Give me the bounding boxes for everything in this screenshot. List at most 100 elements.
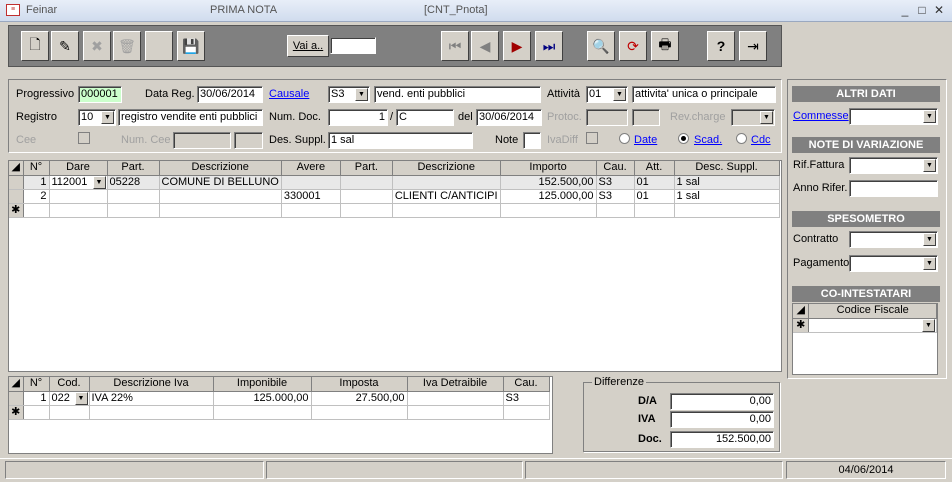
cell-imposta[interactable]: 27.500,00 [311, 391, 408, 406]
chevron-down-icon[interactable]: ▼ [923, 233, 936, 246]
new-row[interactable]: ✱ ▼ [793, 318, 937, 333]
causale-link[interactable]: Causale [269, 88, 309, 100]
new-row-marker[interactable]: ✱ [9, 203, 24, 218]
col-header[interactable]: Dare [49, 161, 108, 176]
table-row[interactable]: 2 330001 CLIENTI C/ANTICIPI 125.000,00 S… [9, 189, 780, 204]
row-selector[interactable] [9, 189, 24, 204]
col-header[interactable]: Avere [281, 161, 341, 176]
cell-empty[interactable] [281, 203, 341, 218]
registro-desc-field[interactable]: registro vendite enti pubblici [118, 109, 263, 126]
chevron-down-icon[interactable]: ▼ [923, 257, 936, 270]
col-header[interactable]: Desc. Suppl. [674, 161, 780, 176]
cell-cau[interactable]: S3 [596, 189, 635, 204]
cell-att[interactable]: 01 [634, 189, 675, 204]
contratto-select[interactable]: ▼ [849, 231, 938, 248]
chevron-down-icon[interactable]: ▼ [74, 391, 88, 404]
datareg-field[interactable]: 30/06/2014 [197, 86, 263, 103]
date-radio[interactable] [619, 133, 630, 144]
cell-empty[interactable] [213, 405, 312, 420]
iva-grid[interactable]: ◢ N° Cod. Descrizione Iva Imponibile Imp… [8, 376, 553, 454]
cell-empty[interactable] [89, 405, 214, 420]
col-header[interactable]: N° [23, 377, 50, 392]
first-record-button[interactable]: ⏮ [441, 31, 469, 61]
col-header[interactable]: Iva Detraibile [407, 377, 504, 392]
cell-empty[interactable] [634, 203, 675, 218]
registro-select[interactable]: 10 ▼ [78, 109, 116, 126]
scad-radio[interactable] [678, 133, 689, 144]
table-row[interactable]: 1 022 ▼ IVA 22% 125.000,00 27.500,00 S3 [9, 391, 550, 406]
cell-descrizione[interactable]: CLIENTI C/ANTICIPI [392, 189, 501, 204]
col-header[interactable]: Descrizione [392, 161, 501, 176]
goto-input[interactable] [330, 37, 376, 54]
cell-part[interactable] [340, 189, 393, 204]
col-header[interactable]: Att. [634, 161, 675, 176]
cell-empty[interactable] [49, 405, 90, 420]
table-row[interactable]: 1 112001 ▼ 05228 COMUNE DI BELLUNO 152.50… [9, 175, 780, 190]
cell-descrizione[interactable]: COMUNE DI BELLUNO [159, 175, 282, 190]
cell-part[interactable] [340, 175, 393, 190]
cell-dare[interactable]: 112001 ▼ [49, 175, 108, 190]
cell-n[interactable]: 2 [23, 189, 50, 204]
cell-part[interactable] [107, 189, 160, 204]
cell-part[interactable]: 05228 [107, 175, 160, 190]
edit-record-button[interactable]: ✎ [51, 31, 79, 61]
iva-diff-field[interactable]: 0,00 [670, 411, 774, 428]
revcharge-select[interactable]: ▼ [731, 109, 775, 126]
numdoc-field[interactable]: 1 [328, 109, 388, 126]
chevron-down-icon[interactable]: ▼ [922, 318, 935, 331]
cell-cau[interactable]: S3 [503, 391, 550, 406]
numdoc-suffix-field[interactable]: C [396, 109, 454, 126]
doc-field[interactable]: 152.500,00 [670, 431, 774, 448]
col-header[interactable]: Codice Fiscale [808, 304, 937, 319]
cell-att[interactable]: 01 [634, 175, 675, 190]
col-header[interactable]: Part. [340, 161, 393, 176]
cell-empty[interactable] [311, 405, 408, 420]
col-header[interactable]: Imposta [311, 377, 408, 392]
note-field[interactable] [523, 132, 541, 149]
cell-empty[interactable] [503, 405, 550, 420]
cell-empty[interactable] [340, 203, 393, 218]
chevron-down-icon[interactable]: ▼ [760, 111, 773, 124]
cell-empty[interactable] [159, 203, 282, 218]
cell-empty[interactable] [596, 203, 635, 218]
numcee-suffix-field[interactable] [234, 132, 263, 149]
col-header[interactable]: Cau. [503, 377, 550, 392]
goto-button[interactable]: Vai a.. [287, 35, 329, 57]
cell-empty[interactable] [407, 405, 504, 420]
row-selector[interactable] [9, 391, 24, 406]
col-header[interactable]: Imponibile [213, 377, 312, 392]
pagamento-select[interactable]: ▼ [849, 255, 938, 272]
cell-iva-detraibile[interactable] [407, 391, 504, 406]
cell-avere[interactable] [281, 175, 341, 190]
cell-imponibile[interactable]: 125.000,00 [213, 391, 312, 406]
col-header[interactable]: Descrizione Iva [89, 377, 214, 392]
col-header[interactable]: Importo [500, 161, 597, 176]
protoc-suffix-field[interactable] [632, 109, 660, 126]
cell-cod[interactable]: 022 ▼ [49, 391, 90, 406]
date-radio-label[interactable]: Date [634, 134, 657, 146]
progressivo-field[interactable]: 000001 [78, 86, 122, 103]
cell-importo[interactable]: 125.000,00 [500, 189, 597, 204]
codice-fiscale-cell[interactable]: ▼ [808, 318, 937, 333]
new-row-marker[interactable]: ✱ [793, 318, 810, 333]
col-header[interactable]: Part. [107, 161, 160, 176]
protoc-field[interactable] [586, 109, 628, 126]
cointestatari-grid[interactable]: ◢ Codice Fiscale ✱ ▼ [792, 303, 938, 375]
col-header[interactable]: Descrizione [159, 161, 282, 176]
causale-select[interactable]: S3 ▼ [328, 86, 370, 103]
cell-desc-suppl[interactable]: 1 sal [674, 189, 780, 204]
col-header[interactable]: N° [23, 161, 50, 176]
cell-n[interactable]: 1 [23, 175, 50, 190]
chevron-down-icon[interactable]: ▼ [92, 175, 106, 188]
ivadiff-checkbox[interactable] [586, 132, 598, 144]
cell-empty[interactable] [107, 203, 160, 218]
print-button[interactable]: 🖶 [651, 31, 679, 61]
cell-cau[interactable]: S3 [596, 175, 635, 190]
row-selector[interactable] [9, 175, 24, 190]
new-record-button[interactable]: 🗋 [21, 31, 49, 61]
dessuppl-field[interactable]: 1 sal [328, 132, 473, 149]
delete-button[interactable]: 🗑 [113, 31, 141, 61]
refresh-button[interactable]: ⟳ [619, 31, 647, 61]
next-record-button[interactable]: ▶ [503, 31, 531, 61]
cell-empty[interactable] [23, 405, 50, 420]
